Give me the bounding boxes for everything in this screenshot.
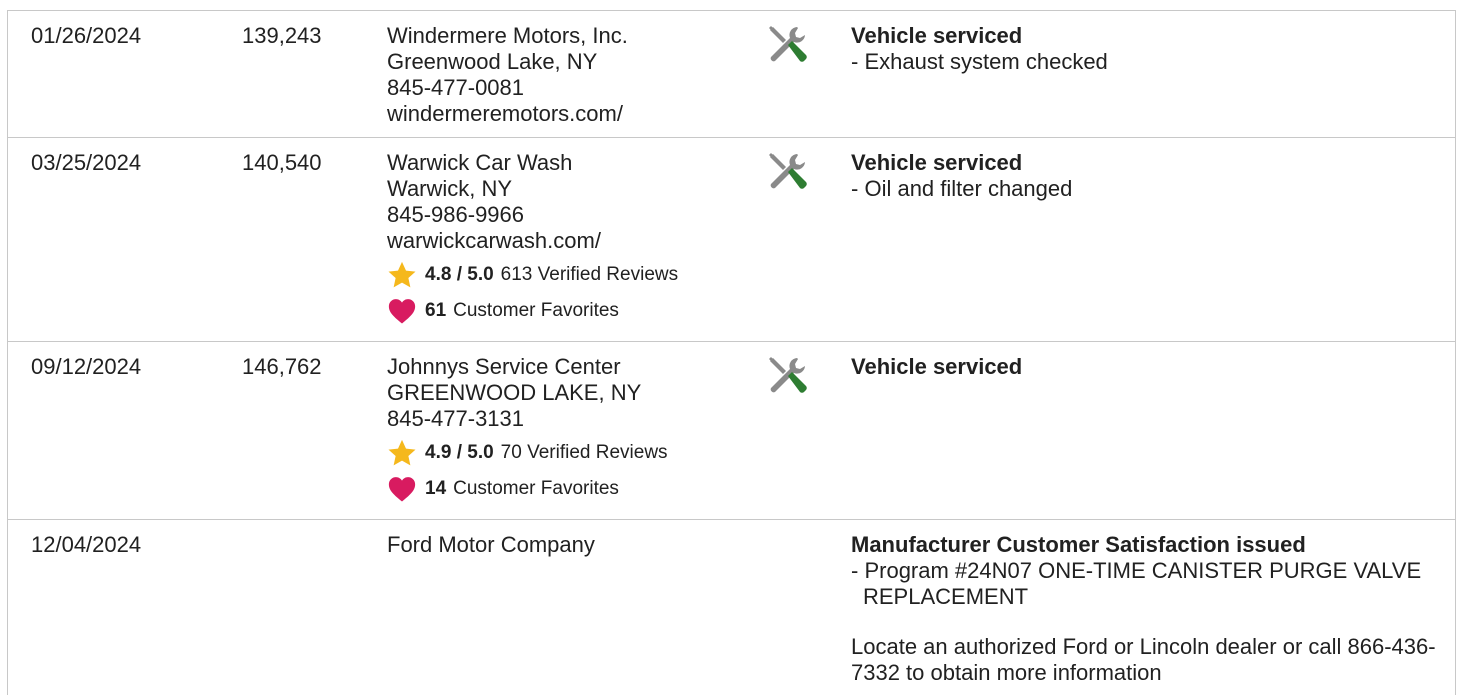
source-phone: 845-477-3131 (387, 406, 525, 431)
star-icon (387, 438, 417, 468)
favorites-count: 61 (425, 300, 447, 321)
customer-favorites: 61 Customer Favorites (387, 296, 747, 326)
table-row: 01/26/2024 139,243 Windermere Motors, In… (8, 11, 1455, 138)
vehicle-history-table: 01/26/2024 139,243 Windermere Motors, In… (7, 10, 1456, 695)
record-date: 09/12/2024 (31, 354, 142, 379)
detail-item: - Exhaust system checked (851, 49, 1108, 74)
favorites-count: 14 (425, 478, 447, 499)
detail-title: Vehicle serviced (851, 354, 1023, 379)
source-rating[interactable]: 4.8 / 5.0 613 Verified Reviews (387, 260, 747, 290)
star-icon (387, 260, 417, 290)
source-info: Windermere Motors, Inc. Greenwood Lake, … (387, 23, 747, 127)
source-name: Windermere Motors, Inc. (387, 23, 628, 48)
source-name: Warwick Car Wash (387, 150, 573, 175)
wrench-screwdriver-icon (766, 355, 810, 399)
detail-item: - Oil and filter changed (851, 176, 1073, 201)
source-phone: 845-986-9966 (387, 202, 525, 227)
review-count: 613 Verified Reviews (500, 264, 679, 285)
detail-title: Vehicle serviced (851, 150, 1023, 175)
detail-note: Locate an authorized Ford or Lincoln dea… (851, 634, 1436, 685)
wrench-screwdriver-icon (766, 151, 810, 195)
table-row: 03/25/2024 140,540 Warwick Car Wash Warw… (8, 138, 1455, 342)
record-details: Vehicle serviced (851, 354, 1441, 380)
record-date: 12/04/2024 (31, 532, 142, 557)
review-count: 70 Verified Reviews (500, 442, 668, 463)
source-location: Warwick, NY (387, 176, 513, 201)
odometer-reading: 146,762 (242, 354, 322, 379)
source-info: Warwick Car Wash Warwick, NY 845-986-996… (387, 150, 747, 326)
detail-title: Manufacturer Customer Satisfaction issue… (851, 532, 1306, 557)
favorites-label: Customer Favorites (453, 300, 619, 321)
record-details: Vehicle serviced - Oil and filter change… (851, 150, 1441, 202)
table-row: 09/12/2024 146,762 Johnnys Service Cente… (8, 342, 1455, 520)
heart-icon (387, 474, 417, 504)
source-rating[interactable]: 4.9 / 5.0 70 Verified Reviews (387, 438, 747, 468)
record-details: Manufacturer Customer Satisfaction issue… (851, 532, 1441, 686)
favorites-label: Customer Favorites (453, 478, 619, 499)
detail-title: Vehicle serviced (851, 23, 1023, 48)
source-name: Johnnys Service Center (387, 354, 621, 379)
source-info: Johnnys Service Center GREENWOOD LAKE, N… (387, 354, 747, 504)
heart-icon (387, 296, 417, 326)
rating-score: 4.9 / 5.0 (425, 442, 494, 463)
wrench-screwdriver-icon (766, 24, 810, 68)
odometer-reading: 140,540 (242, 150, 322, 175)
source-phone: 845-477-0081 (387, 75, 525, 100)
source-info: Ford Motor Company (387, 532, 747, 558)
record-date: 03/25/2024 (31, 150, 142, 175)
source-name: Ford Motor Company (387, 532, 595, 557)
customer-favorites: 14 Customer Favorites (387, 474, 747, 504)
source-location: GREENWOOD LAKE, NY (387, 380, 642, 405)
rating-score: 4.8 / 5.0 (425, 264, 494, 285)
table-row: 12/04/2024 Ford Motor Company Manufactur… (8, 520, 1455, 695)
source-location: Greenwood Lake, NY (387, 49, 598, 74)
odometer-reading: 139,243 (242, 23, 322, 48)
source-website-link[interactable]: windermeremotors.com/ (387, 101, 747, 127)
record-details: Vehicle serviced - Exhaust system checke… (851, 23, 1441, 75)
record-date: 01/26/2024 (31, 23, 142, 48)
detail-item: - Program #24N07 ONE-TIME CANISTER PURGE… (851, 558, 1422, 609)
source-website-link[interactable]: warwickcarwash.com/ (387, 228, 747, 254)
